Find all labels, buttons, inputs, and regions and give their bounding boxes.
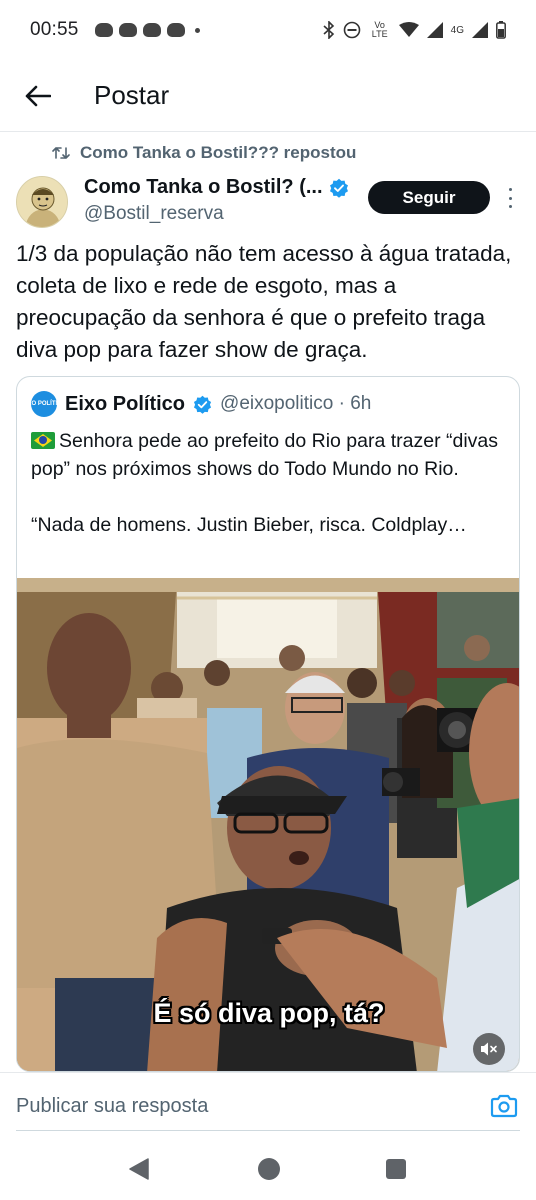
- notification-icons: [94, 23, 200, 37]
- quoted-text-line2: “Nada de homens. Justin Bieber, risca. C…: [31, 514, 467, 536]
- follow-button[interactable]: Seguir: [368, 181, 490, 214]
- quoted-post[interactable]: EIXO POLÍTICO Eixo Político @eixopolitic…: [16, 376, 520, 1072]
- notification-icon: [166, 23, 185, 37]
- volte-icon: Vo LTE: [371, 20, 388, 39]
- quoted-post-text: Senhora pede ao prefeito do Rio para tra…: [31, 427, 515, 539]
- reply-divider: [16, 1130, 520, 1131]
- system-nav-bar: [0, 1138, 536, 1200]
- verified-badge-icon: [329, 178, 348, 198]
- more-dot-icon: [508, 205, 512, 208]
- post-text: 1/3 da população não tem acesso à água t…: [16, 241, 512, 362]
- nav-home-button[interactable]: [258, 1158, 280, 1180]
- author-name-text: Como Tanka o Bostil? (...: [84, 176, 323, 198]
- nav-back-button[interactable]: [128, 1158, 150, 1185]
- more-dot-icon: [508, 188, 512, 191]
- app-header: Postar: [0, 60, 536, 132]
- nav-recents-button[interactable]: [386, 1159, 406, 1179]
- notification-icon: [142, 23, 161, 37]
- reply-composer: [0, 1072, 536, 1138]
- volume-muted-icon: [481, 1042, 497, 1056]
- brazil-flag-icon: [31, 432, 55, 449]
- repost-text: Como Tanka o Bostil??? repostou: [80, 143, 357, 162]
- status-icons: Vo LTE 4G: [323, 21, 506, 39]
- quoted-avatar[interactable]: EIXO POLÍTICO: [22, 391, 66, 417]
- repost-icon: [52, 147, 70, 159]
- quoted-author-name: Eixo Político: [65, 392, 186, 415]
- repost-indicator[interactable]: Como Tanka o Bostil??? repostou: [52, 143, 356, 163]
- more-dot-icon: [508, 196, 512, 200]
- post-author: Como Tanka o Bostil? (... @Bostil_reserv…: [16, 172, 520, 232]
- author-name[interactable]: Como Tanka o Bostil? (...: [84, 176, 349, 199]
- more-options-button[interactable]: [504, 186, 516, 210]
- more-notifications-icon: [194, 27, 200, 33]
- signal-icon: [426, 22, 443, 38]
- status-time: 00:55: [30, 19, 79, 40]
- mute-button[interactable]: [473, 1033, 505, 1065]
- signal-icon-2: [472, 22, 488, 38]
- bluetooth-icon: [323, 21, 335, 39]
- video-player[interactable]: É só diva pop, tá?: [17, 578, 519, 1071]
- battery-icon: [496, 21, 506, 39]
- notification-icon: [94, 23, 113, 37]
- back-button[interactable]: [18, 76, 58, 116]
- network-type-label: 4G: [450, 24, 464, 36]
- page-title: Postar: [94, 80, 170, 110]
- quoted-post-header: EIXO POLÍTICO Eixo Político @eixopolitic…: [22, 391, 372, 417]
- status-bar: 00:55 Vo LTE 4G: [0, 0, 536, 60]
- notification-icon: [118, 23, 137, 37]
- camera-button[interactable]: [490, 1093, 518, 1119]
- reply-input[interactable]: [16, 1089, 456, 1123]
- verified-badge-icon: [193, 395, 212, 414]
- wifi-icon: [398, 22, 419, 38]
- video-caption: É só diva pop, tá?: [153, 998, 385, 1028]
- do-not-disturb-icon: [343, 21, 361, 39]
- camera-icon: [490, 1094, 518, 1118]
- triangle-back-icon: [129, 1158, 149, 1180]
- avatar[interactable]: [16, 176, 68, 228]
- arrow-left-icon: [25, 85, 51, 106]
- quoted-author-handle: @eixopolitico · 6h: [220, 393, 372, 414]
- author-handle[interactable]: @Bostil_reserva: [84, 203, 224, 225]
- quoted-text-line1: Senhora pede ao prefeito do Rio para tra…: [31, 430, 499, 480]
